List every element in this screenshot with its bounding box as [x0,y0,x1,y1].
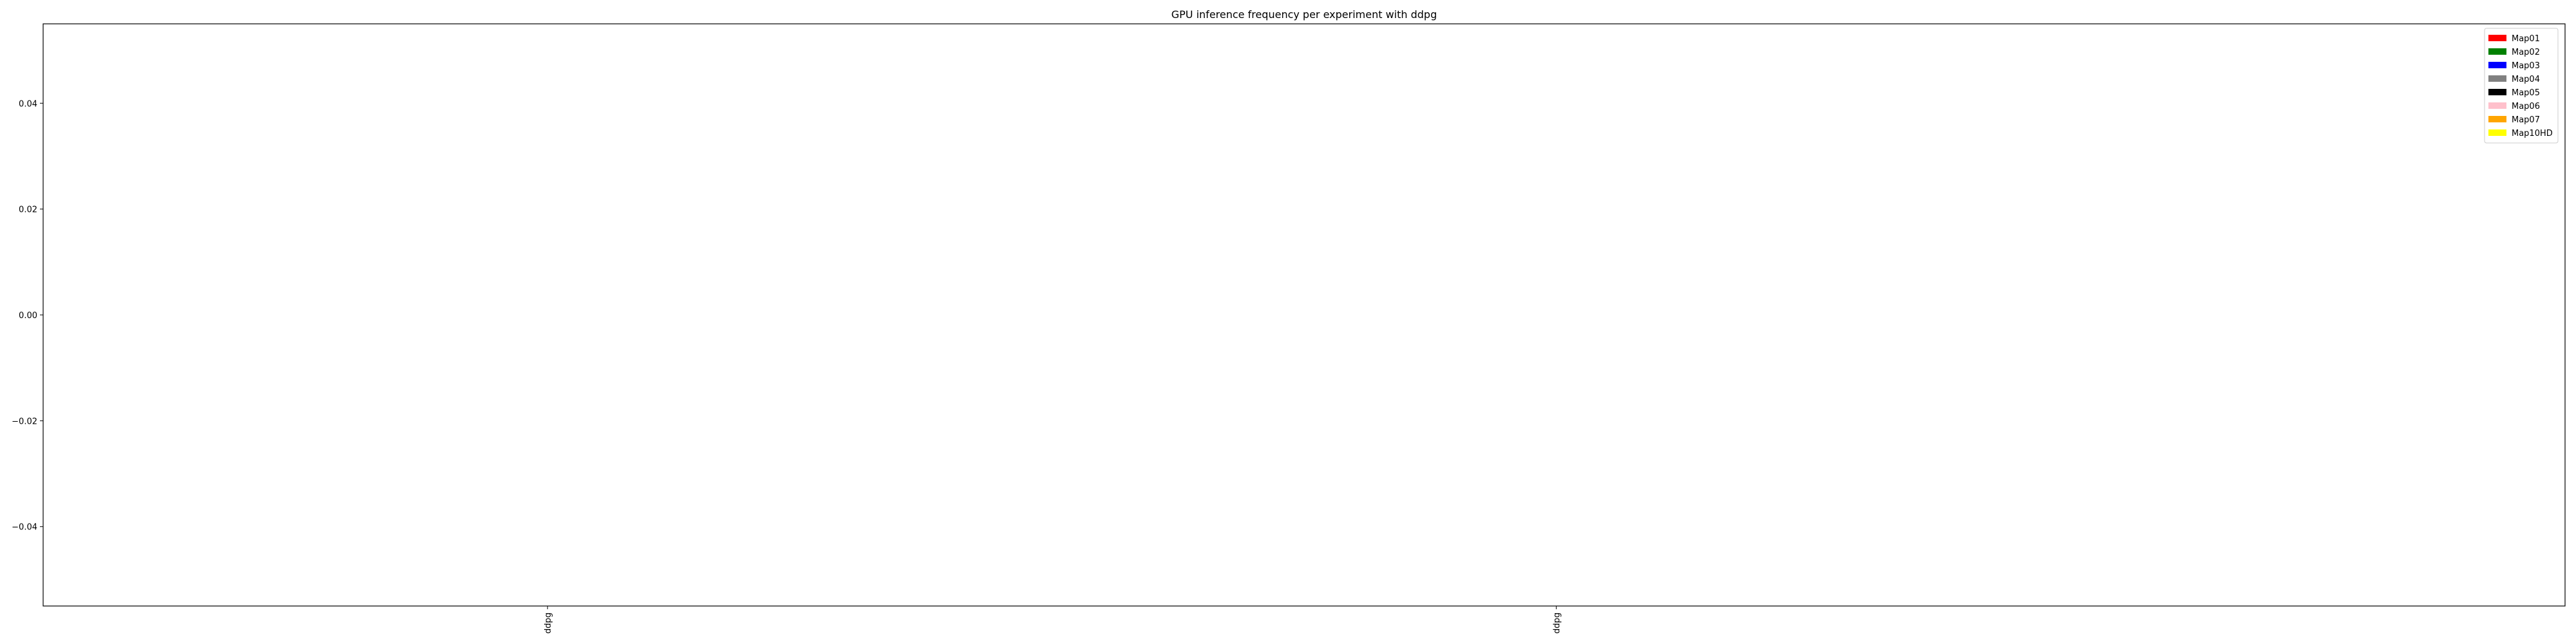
y-tick-label: 0.02 [19,205,37,215]
legend-swatch [2488,129,2506,136]
legend-label: Map04 [2512,75,2540,84]
legend-label: Map05 [2512,88,2540,98]
x-axis: ddpg ddpg [544,606,1562,634]
x-tick-label: ddpg [1553,612,1562,634]
legend-swatch [2488,89,2506,95]
y-tick-label: −0.04 [12,523,37,533]
y-axis: 0.04 0.02 0.00 −0.02 −0.04 [12,99,43,533]
legend-swatch [2488,75,2506,82]
legend: Map01 Map02 Map03 Map04 Map05 Map06 Map07 Map10… [2484,28,2559,144]
x-tick-label: ddpg [544,612,553,634]
legend-swatch [2488,48,2506,55]
legend-swatch [2488,35,2506,41]
y-tick-label: −0.02 [12,417,37,426]
y-tick-label: 0.00 [19,311,37,321]
legend-swatch [2488,116,2506,122]
legend-label: Map03 [2512,61,2540,71]
chart-canvas: GPU inference frequency per experiment w… [12,8,2566,634]
legend-label: Map02 [2512,48,2540,57]
plot-area-frame [43,23,2566,607]
legend-label: Map01 [2512,34,2540,44]
y-tick-label: 0.04 [19,99,37,109]
legend-box [2484,28,2559,144]
chart-title: GPU inference frequency per experiment w… [1171,8,1437,21]
legend-swatch [2488,62,2506,68]
legend-label: Map10HD [2512,129,2553,138]
legend-label: Map06 [2512,102,2540,111]
legend-swatch [2488,102,2506,109]
legend-label: Map07 [2512,115,2540,125]
